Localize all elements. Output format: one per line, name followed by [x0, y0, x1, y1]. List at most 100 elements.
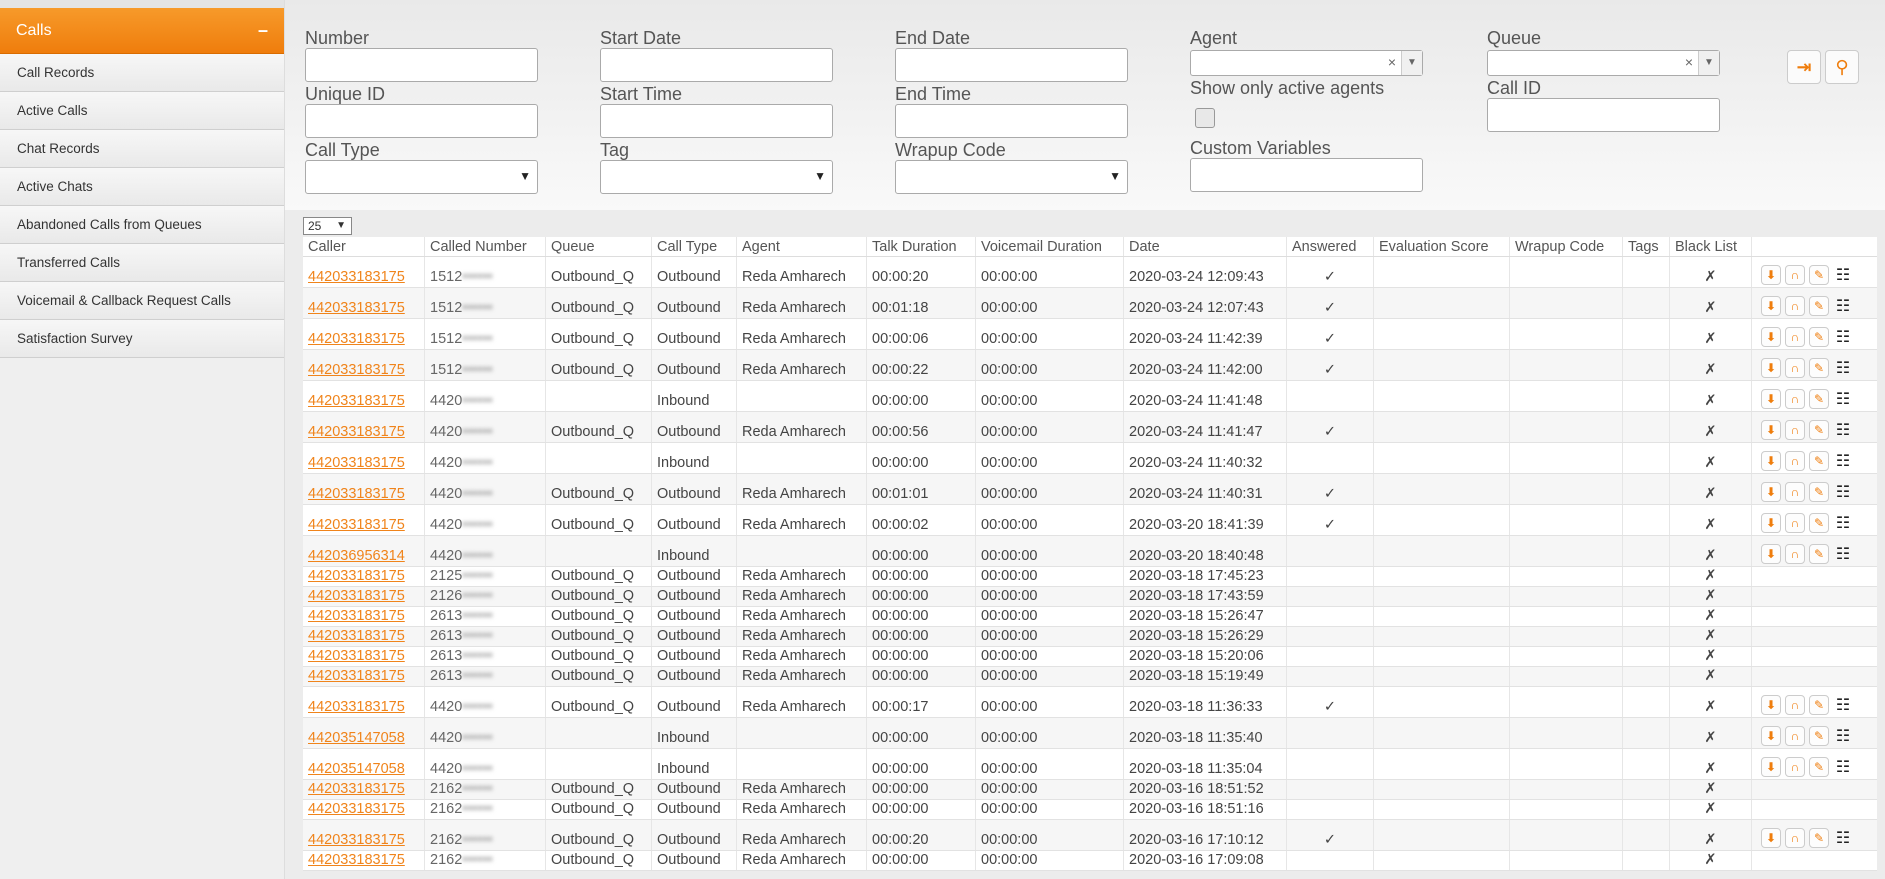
clipboard-icon[interactable]: ☷	[1833, 695, 1853, 715]
clipboard-icon[interactable]: ☷	[1833, 420, 1853, 440]
caller-link[interactable]: 442033183175	[308, 628, 405, 644]
column-header[interactable]: Wrapup Code	[1510, 237, 1623, 256]
download-icon[interactable]: ⬇	[1761, 828, 1781, 848]
sidebar-item-abandoned-calls[interactable]: Abandoned Calls from Queues	[0, 206, 284, 244]
pencil-icon[interactable]: ✎	[1809, 726, 1829, 746]
download-icon[interactable]: ⬇	[1761, 327, 1781, 347]
caller-link[interactable]: 442033183175	[308, 393, 405, 409]
caller-link[interactable]: 442033183175	[308, 781, 405, 797]
download-icon[interactable]: ⬇	[1761, 757, 1781, 777]
blacklist-x-icon[interactable]: ✗	[1704, 628, 1716, 644]
blacklist-x-icon[interactable]: ✗	[1704, 517, 1716, 533]
caller-link[interactable]: 442035147058	[308, 761, 405, 777]
headphones-icon[interactable]: ∩	[1785, 296, 1805, 316]
blacklist-x-icon[interactable]: ✗	[1704, 801, 1716, 817]
column-header[interactable]: Answered	[1287, 237, 1374, 256]
blacklist-x-icon[interactable]: ✗	[1704, 832, 1716, 848]
pencil-icon[interactable]: ✎	[1809, 358, 1829, 378]
pencil-icon[interactable]: ✎	[1809, 296, 1829, 316]
clear-icon[interactable]: ×	[1388, 54, 1396, 70]
headphones-icon[interactable]: ∩	[1785, 482, 1805, 502]
export-button[interactable]: ⇥	[1787, 50, 1821, 84]
column-header[interactable]: Agent	[737, 237, 867, 256]
clipboard-icon[interactable]: ☷	[1833, 482, 1853, 502]
caller-link[interactable]: 442036956314	[308, 548, 405, 564]
clear-icon[interactable]: ×	[1685, 54, 1693, 70]
call-type-select[interactable]: ▼	[305, 160, 538, 194]
custom-variables-input[interactable]	[1190, 158, 1423, 192]
queue-combobox[interactable]: × ▼	[1487, 50, 1720, 76]
end-time-input[interactable]	[895, 104, 1128, 138]
download-icon[interactable]: ⬇	[1761, 265, 1781, 285]
headphones-icon[interactable]: ∩	[1785, 757, 1805, 777]
sidebar-item-active-calls[interactable]: Active Calls	[0, 92, 284, 130]
blacklist-x-icon[interactable]: ✗	[1704, 548, 1716, 564]
clipboard-icon[interactable]: ☷	[1833, 451, 1853, 471]
column-header[interactable]: Evaluation Score	[1374, 237, 1510, 256]
pencil-icon[interactable]: ✎	[1809, 451, 1829, 471]
pencil-icon[interactable]: ✎	[1809, 327, 1829, 347]
download-icon[interactable]: ⬇	[1761, 482, 1781, 502]
blacklist-x-icon[interactable]: ✗	[1704, 668, 1716, 684]
clipboard-icon[interactable]: ☷	[1833, 828, 1853, 848]
caller-link[interactable]: 442033183175	[308, 269, 405, 285]
sidebar-item-transferred-calls[interactable]: Transferred Calls	[0, 244, 284, 282]
column-header[interactable]: Call Type	[652, 237, 737, 256]
download-icon[interactable]: ⬇	[1761, 389, 1781, 409]
headphones-icon[interactable]: ∩	[1785, 265, 1805, 285]
caller-link[interactable]: 442033183175	[308, 331, 405, 347]
column-header[interactable]: Date	[1124, 237, 1287, 256]
headphones-icon[interactable]: ∩	[1785, 420, 1805, 440]
page-size-select[interactable]: 25 ▼	[303, 217, 352, 235]
sidebar-header-calls[interactable]: Calls –	[0, 8, 284, 54]
column-header[interactable]: Tags	[1623, 237, 1670, 256]
clipboard-icon[interactable]: ☷	[1833, 544, 1853, 564]
blacklist-x-icon[interactable]: ✗	[1704, 588, 1716, 604]
download-icon[interactable]: ⬇	[1761, 451, 1781, 471]
sidebar-item-chat-records[interactable]: Chat Records	[0, 130, 284, 168]
blacklist-x-icon[interactable]: ✗	[1704, 393, 1716, 409]
column-header[interactable]: Queue	[546, 237, 652, 256]
headphones-icon[interactable]: ∩	[1785, 726, 1805, 746]
show-active-agents-checkbox[interactable]	[1195, 108, 1215, 128]
clipboard-icon[interactable]: ☷	[1833, 757, 1853, 777]
download-icon[interactable]: ⬇	[1761, 695, 1781, 715]
pencil-icon[interactable]: ✎	[1809, 757, 1829, 777]
caller-link[interactable]: 442033183175	[308, 455, 405, 471]
headphones-icon[interactable]: ∩	[1785, 828, 1805, 848]
clipboard-icon[interactable]: ☷	[1833, 513, 1853, 533]
column-header[interactable]: Talk Duration	[867, 237, 976, 256]
pencil-icon[interactable]: ✎	[1809, 420, 1829, 440]
clipboard-icon[interactable]: ☷	[1833, 265, 1853, 285]
pencil-icon[interactable]: ✎	[1809, 265, 1829, 285]
blacklist-x-icon[interactable]: ✗	[1704, 424, 1716, 440]
sidebar-item-satisfaction-survey[interactable]: Satisfaction Survey	[0, 320, 284, 358]
pencil-icon[interactable]: ✎	[1809, 389, 1829, 409]
blacklist-x-icon[interactable]: ✗	[1704, 362, 1716, 378]
caller-link[interactable]: 442033183175	[308, 801, 405, 817]
caller-link[interactable]: 442033183175	[308, 568, 405, 584]
start-date-input[interactable]	[600, 48, 833, 82]
download-icon[interactable]: ⬇	[1761, 513, 1781, 533]
download-icon[interactable]: ⬇	[1761, 420, 1781, 440]
call-id-input[interactable]	[1487, 98, 1720, 132]
caller-link[interactable]: 442033183175	[308, 699, 405, 715]
column-header[interactable]: Voicemail Duration	[976, 237, 1124, 256]
download-icon[interactable]: ⬇	[1761, 726, 1781, 746]
headphones-icon[interactable]: ∩	[1785, 451, 1805, 471]
headphones-icon[interactable]: ∩	[1785, 358, 1805, 378]
blacklist-x-icon[interactable]: ✗	[1704, 781, 1716, 797]
clipboard-icon[interactable]: ☷	[1833, 389, 1853, 409]
caller-link[interactable]: 442033183175	[308, 648, 405, 664]
clipboard-icon[interactable]: ☷	[1833, 358, 1853, 378]
blacklist-x-icon[interactable]: ✗	[1704, 730, 1716, 746]
blacklist-x-icon[interactable]: ✗	[1704, 455, 1716, 471]
blacklist-x-icon[interactable]: ✗	[1704, 568, 1716, 584]
blacklist-x-icon[interactable]: ✗	[1704, 761, 1716, 777]
collapse-icon[interactable]: –	[258, 20, 268, 41]
column-header[interactable]: Caller	[303, 237, 425, 256]
blacklist-x-icon[interactable]: ✗	[1704, 300, 1716, 316]
caller-link[interactable]: 442033183175	[308, 608, 405, 624]
caller-link[interactable]: 442033183175	[308, 832, 405, 848]
clipboard-icon[interactable]: ☷	[1833, 327, 1853, 347]
